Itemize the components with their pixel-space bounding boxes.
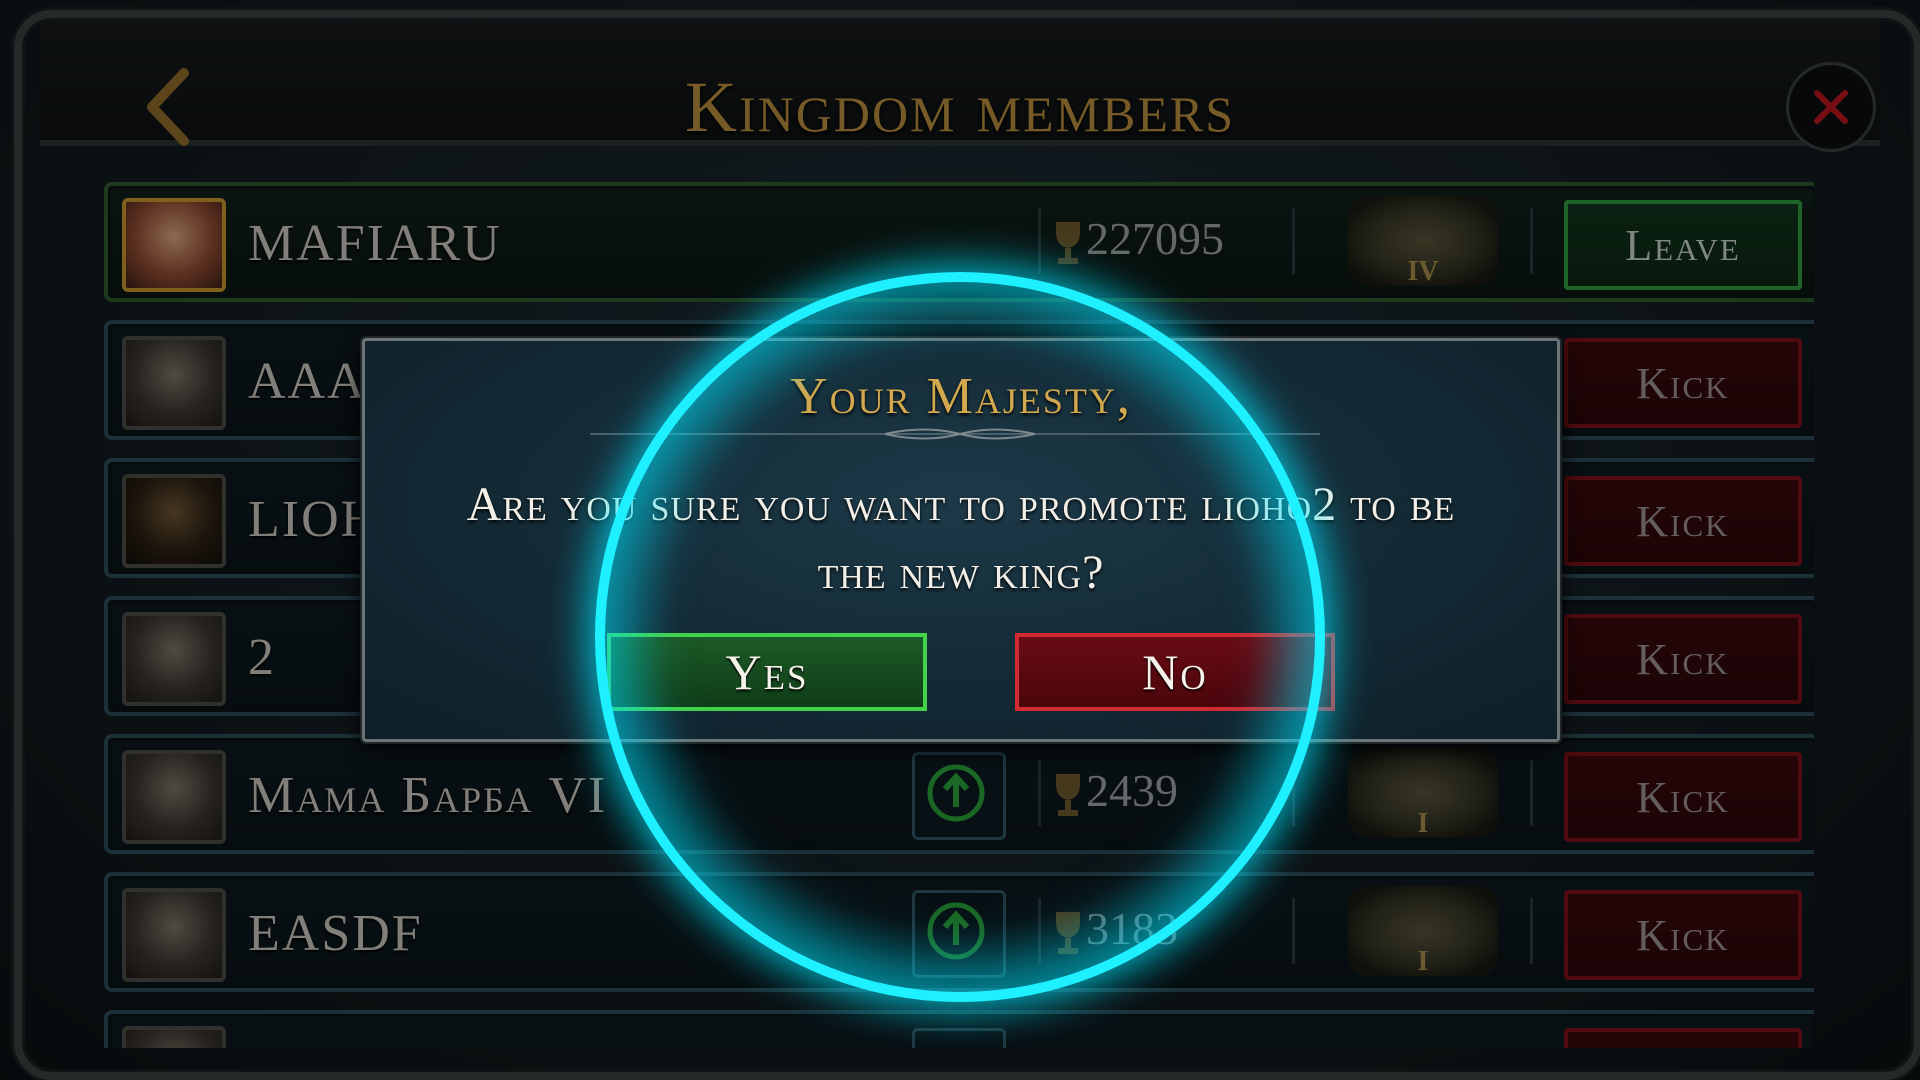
rank-label: I (1417, 946, 1429, 977)
rank-label: I (1417, 808, 1429, 839)
divider (1292, 898, 1295, 964)
leave-button[interactable]: Leave (1564, 200, 1802, 290)
divider (1292, 760, 1295, 826)
avatar (122, 198, 226, 292)
close-button[interactable] (1786, 62, 1876, 152)
promote-button[interactable] (912, 890, 1006, 978)
trophy-icon (1056, 912, 1080, 954)
member-row (104, 1010, 1814, 1048)
rank-badge: I (1348, 886, 1498, 977)
kick-button[interactable]: Kick (1564, 338, 1802, 428)
divider (1530, 898, 1533, 964)
dialog-title: Your Majesty, (790, 368, 1132, 425)
avatar (122, 336, 226, 430)
rank-badge: IV (1348, 196, 1498, 287)
trophy-icon (1056, 222, 1080, 264)
kick-button[interactable]: Kick (1564, 476, 1802, 566)
no-button[interactable]: No (1015, 633, 1335, 711)
divider (1530, 208, 1533, 274)
trophy-score: 2439 (1086, 765, 1178, 816)
member-name: LIOH (248, 491, 381, 548)
confirm-dialog: Your Majesty, Are you sure you want to p… (362, 338, 1560, 742)
trophy-score: 227095 (1086, 213, 1224, 264)
avatar (122, 888, 226, 982)
arrow-up-icon (927, 764, 985, 822)
avatar (122, 612, 226, 706)
avatar (122, 474, 226, 568)
kick-button[interactable]: Kick (1564, 614, 1802, 704)
ornament-icon (885, 428, 1035, 440)
page-title: Kingdom members (684, 67, 1236, 147)
divider (1038, 760, 1041, 826)
avatar (122, 1026, 226, 1048)
rank-label: IV (1407, 256, 1439, 287)
kick-button[interactable] (1564, 1028, 1802, 1048)
member-name: AAA (248, 353, 367, 410)
yes-button[interactable]: Yes (607, 633, 927, 711)
arrow-up-icon (927, 902, 985, 960)
divider (1038, 208, 1041, 274)
promote-button[interactable] (912, 752, 1006, 840)
member-row: Мама Барба VI 2439 I Kick (104, 734, 1814, 854)
close-icon (1814, 90, 1848, 124)
game-screen: Kingdom members MAFIARU 227095 IV Leave … (0, 0, 1920, 1080)
divider (1038, 898, 1041, 964)
divider (1292, 208, 1295, 274)
rank-badge: I (1348, 748, 1498, 839)
kick-button[interactable]: Kick (1564, 752, 1802, 842)
member-name: EASDF (248, 905, 423, 962)
member-row-self: MAFIARU 227095 IV Leave (104, 182, 1814, 302)
member-name: MAFIARU (248, 215, 502, 272)
trophy-score: 3183 (1086, 903, 1178, 954)
avatar (122, 750, 226, 844)
dialog-message: Are you sure you want to promote lioho2 … (466, 478, 1456, 599)
member-name: Мама Барба VI (248, 767, 608, 824)
promote-button[interactable] (912, 1028, 1006, 1048)
trophy-icon (1056, 774, 1080, 816)
member-name: 2 (248, 629, 276, 686)
kick-button[interactable]: Kick (1564, 890, 1802, 980)
header-bar: Kingdom members (40, 22, 1880, 152)
member-row: EASDF 3183 I Kick (104, 872, 1814, 992)
divider (1530, 760, 1533, 826)
